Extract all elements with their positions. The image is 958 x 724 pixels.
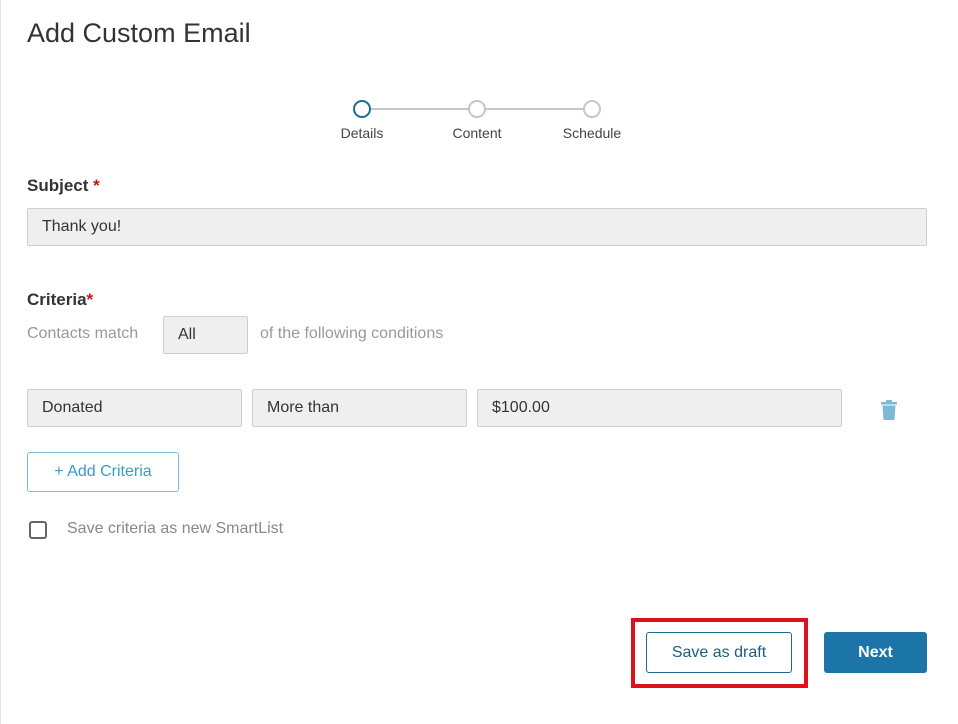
required-marker: *	[93, 176, 100, 195]
criteria-field-select[interactable]: Donated	[27, 389, 242, 427]
criteria-value-input[interactable]: $100.00	[477, 389, 842, 427]
criteria-label-text: Criteria	[27, 290, 87, 309]
step-content-dot[interactable]	[468, 100, 486, 118]
next-button[interactable]: Next	[824, 632, 927, 673]
conditions-text: of the following conditions	[260, 325, 444, 342]
required-marker: *	[86, 290, 94, 309]
subject-input[interactable]: Thank you!	[27, 208, 927, 246]
step-schedule-label: Schedule	[562, 125, 622, 141]
save-smartlist-checkbox[interactable]	[29, 521, 47, 539]
subject-label-text: Subject	[27, 176, 89, 195]
stepper-connector	[485, 108, 584, 110]
criteria-operator-select[interactable]: More than	[252, 389, 467, 427]
trash-icon[interactable]	[881, 400, 897, 420]
contacts-match-text: Contacts match	[27, 325, 139, 342]
subject-label: Subject *	[27, 176, 100, 196]
step-content-label: Content	[452, 125, 502, 141]
progress-stepper: Details Content Schedule	[0, 98, 958, 148]
step-details-dot[interactable]	[353, 100, 371, 118]
save-as-draft-button[interactable]: Save as draft	[646, 632, 792, 673]
match-type-select[interactable]: All	[163, 316, 248, 354]
add-criteria-button[interactable]: + Add Criteria	[27, 452, 179, 492]
save-smartlist-label: Save criteria as new SmartList	[67, 520, 284, 537]
page-title: Add Custom Email	[27, 18, 251, 48]
step-details-label: Details	[340, 125, 384, 141]
criteria-label: Criteria*	[27, 290, 93, 310]
step-schedule-dot[interactable]	[583, 100, 601, 118]
stepper-connector	[371, 108, 469, 110]
